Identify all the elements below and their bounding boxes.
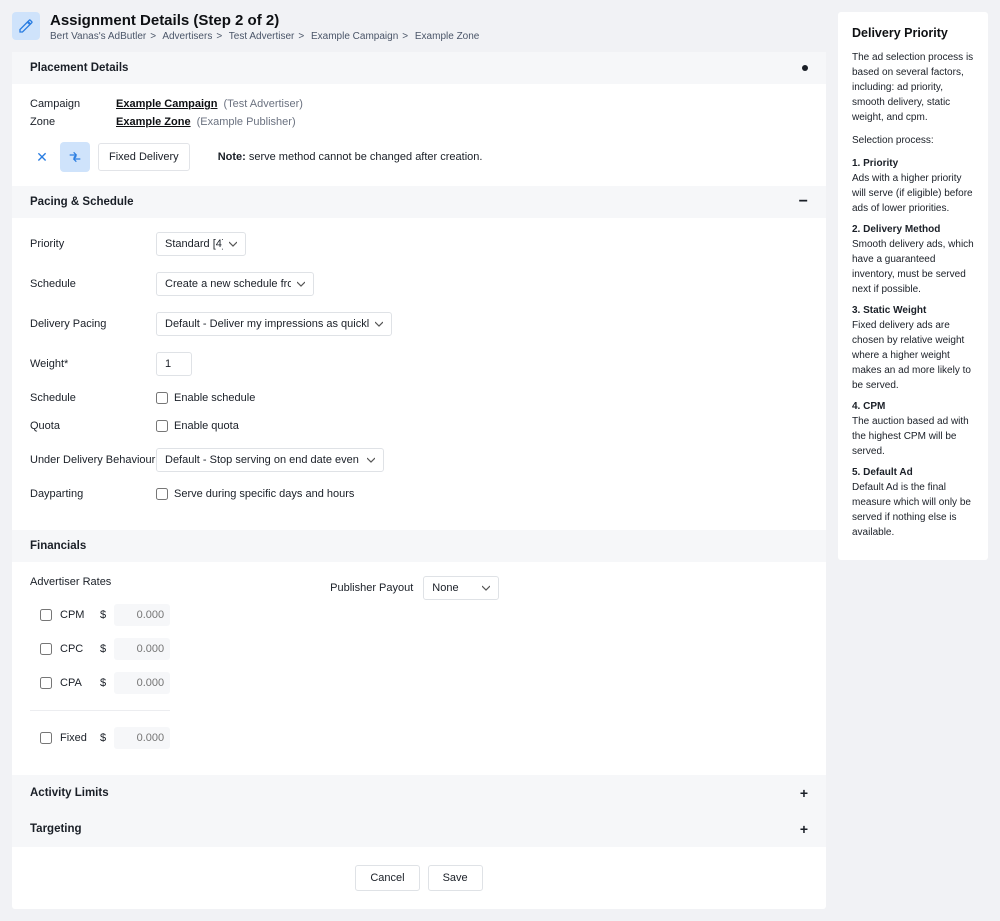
help-process-label: Selection process: — [852, 133, 974, 148]
delivery-pacing-label: Delivery Pacing — [30, 318, 156, 330]
fixed-input[interactable] — [114, 727, 170, 749]
cpa-input[interactable] — [114, 672, 170, 694]
enable-schedule-checkbox[interactable] — [156, 392, 168, 404]
breadcrumb-item[interactable]: Advertisers — [162, 31, 212, 42]
campaign-label: Campaign — [30, 98, 116, 110]
rate-divider — [30, 710, 170, 711]
zone-paren: (Example Publisher) — [197, 116, 296, 128]
advertiser-rates-title: Advertiser Rates — [30, 576, 170, 588]
section-activity-header[interactable]: Activity Limits + — [12, 775, 826, 811]
help-item: 4. CPMThe auction based ad with the high… — [852, 399, 974, 459]
cancel-button[interactable]: Cancel — [355, 865, 419, 891]
under-delivery-label: Under Delivery Behaviour — [30, 454, 156, 466]
zone-link[interactable]: Example Zone — [116, 116, 191, 128]
schedule2-label: Schedule — [30, 392, 156, 404]
cpm-label: CPM — [60, 609, 92, 621]
help-item: 3. Static WeightFixed delivery ads are c… — [852, 303, 974, 393]
publisher-payout-label: Publisher Payout — [330, 582, 413, 594]
campaign-link[interactable]: Example Campaign — [116, 98, 217, 110]
quota-label: Quota — [30, 420, 156, 432]
enable-schedule-label: Enable schedule — [174, 392, 255, 404]
page-header: Assignment Details (Step 2 of 2) Bert Va… — [12, 12, 826, 52]
section-title: Placement Details — [30, 62, 128, 74]
section-pacing-header: Pacing & Schedule − — [12, 186, 826, 218]
section-title: Pacing & Schedule — [30, 196, 134, 208]
serve-method-icon[interactable] — [60, 142, 90, 172]
schedule-label: Schedule — [30, 278, 156, 290]
enable-quota-checkbox[interactable] — [156, 420, 168, 432]
dayparting-checkbox[interactable] — [156, 488, 168, 500]
publisher-payout-select[interactable]: None — [423, 576, 499, 600]
expand-plus-icon[interactable]: + — [800, 821, 808, 837]
help-intro: The ad selection process is based on sev… — [852, 50, 974, 125]
assignment-icon — [12, 12, 40, 40]
weight-label: Weight* — [30, 358, 156, 370]
breadcrumb-item[interactable]: Example Campaign — [311, 31, 398, 42]
expand-plus-icon[interactable]: + — [800, 785, 808, 801]
cpa-checkbox[interactable] — [40, 677, 52, 689]
cpm-checkbox[interactable] — [40, 609, 52, 621]
delivery-pacing-select[interactable]: Default - Deliver my impressions as quic… — [156, 312, 392, 336]
help-item: 2. Delivery MethodSmooth delivery ads, w… — [852, 222, 974, 297]
cpc-input[interactable] — [114, 638, 170, 660]
breadcrumb-item[interactable]: Test Advertiser — [229, 31, 295, 42]
collapse-minus-icon[interactable]: − — [799, 197, 808, 207]
page-title: Assignment Details (Step 2 of 2) — [50, 12, 479, 29]
enable-quota-label: Enable quota — [174, 420, 239, 432]
zone-label: Zone — [30, 116, 116, 128]
section-placement-header: Placement Details — [12, 52, 826, 84]
weight-input[interactable] — [156, 352, 192, 376]
help-panel: Delivery Priority The ad selection proce… — [838, 12, 988, 560]
priority-label: Priority — [30, 238, 156, 250]
breadcrumb-item[interactable]: Bert Vanas's AdButler — [50, 31, 146, 42]
section-title: Activity Limits — [30, 787, 109, 799]
cpm-input[interactable] — [114, 604, 170, 626]
cpc-label: CPC — [60, 643, 92, 655]
section-financials-header: Financials — [12, 530, 826, 562]
help-item: 5. Default AdDefault Ad is the final mea… — [852, 465, 974, 540]
priority-select[interactable]: Standard [4] - Default — [156, 232, 246, 256]
breadcrumb: Bert Vanas's AdButler> Advertisers> Test… — [50, 31, 479, 42]
serve-method-note: Note: serve method cannot be changed aft… — [218, 151, 483, 163]
section-targeting-header[interactable]: Targeting + — [12, 811, 826, 847]
schedule-select[interactable]: Create a new schedule from inputs. — [156, 272, 314, 296]
under-delivery-select[interactable]: Default - Stop serving on end date even … — [156, 448, 384, 472]
campaign-paren: (Test Advertiser) — [223, 98, 302, 110]
dayparting-label: Dayparting — [30, 488, 156, 500]
collapse-dot-icon[interactable] — [802, 65, 808, 71]
help-item: 1. PriorityAds with a higher priority wi… — [852, 156, 974, 216]
fixed-label: Fixed — [60, 732, 92, 744]
help-title: Delivery Priority — [852, 26, 974, 40]
serve-method-label: Fixed Delivery — [98, 143, 190, 171]
fixed-checkbox[interactable] — [40, 732, 52, 744]
dayparting-text: Serve during specific days and hours — [174, 488, 354, 500]
save-button[interactable]: Save — [428, 865, 483, 891]
section-title: Targeting — [30, 823, 82, 835]
cpa-label: CPA — [60, 677, 92, 689]
section-title: Financials — [30, 540, 86, 552]
breadcrumb-item[interactable]: Example Zone — [415, 31, 479, 42]
close-icon[interactable]: ✕ — [30, 142, 54, 172]
cpc-checkbox[interactable] — [40, 643, 52, 655]
